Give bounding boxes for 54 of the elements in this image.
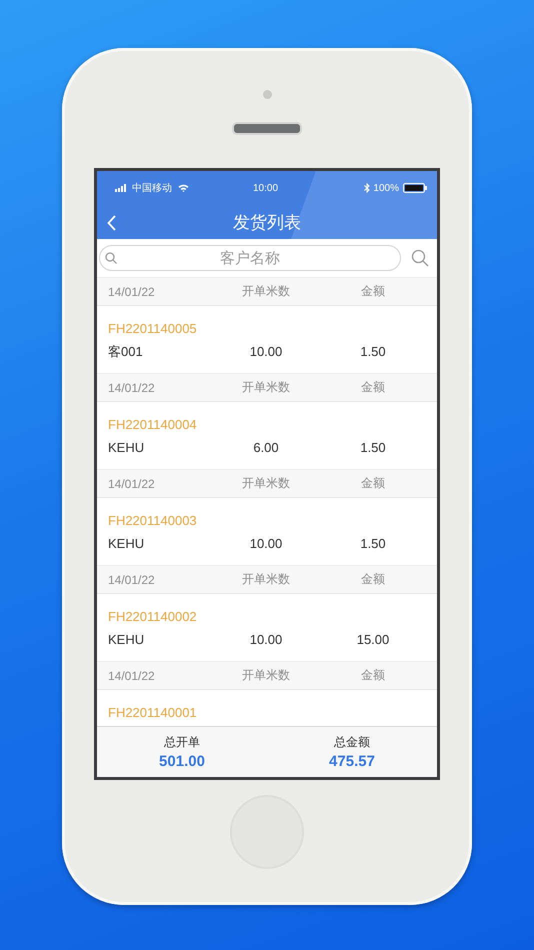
order-date: 14/01/22: [107, 284, 155, 298]
order-number: FH2201140003: [107, 512, 198, 530]
status-time: 10:00: [253, 182, 278, 194]
order-number: FH2201140002: [107, 608, 198, 626]
amount-value: 15.00: [356, 631, 390, 649]
column-label: 开单米数: [242, 475, 290, 492]
column-label: 开单米数: [242, 571, 290, 588]
column-label: 金额: [361, 571, 385, 588]
order-number: FH2201140005: [107, 320, 198, 338]
meters-value: 6.00: [253, 439, 279, 457]
total-label: 总金额: [334, 734, 370, 751]
amount-value: 1.50: [360, 535, 386, 553]
amount-value: 1.50: [360, 343, 386, 361]
customer-name: KEHU: [107, 439, 144, 457]
column-label: 开单米数: [242, 667, 290, 684]
order-item[interactable]: FH2201140003 KEHU 10.00 1.50: [97, 498, 437, 565]
order-number: FH2201140004: [107, 416, 198, 434]
wifi-icon: [178, 184, 189, 192]
order-number: FH2201140001: [107, 704, 198, 722]
column-label: 开单米数: [242, 379, 290, 396]
order-date: 14/01/22: [107, 380, 155, 394]
column-label: 开单米数: [242, 283, 290, 300]
total-value: 475.57: [329, 753, 375, 770]
customer-name: KEHU: [107, 535, 144, 553]
order-date: 14/01/22: [107, 572, 155, 586]
search-icon[interactable]: [411, 249, 429, 267]
customer-name: KEHU: [107, 631, 144, 649]
column-label: 金额: [361, 475, 385, 492]
customer-name: 客001: [107, 343, 143, 361]
meters-value: 10.00: [250, 631, 282, 649]
order-date: 14/01/22: [107, 476, 155, 490]
total-label: 总开单: [164, 734, 200, 751]
battery-icon: [403, 183, 427, 193]
carrier-name: 中国移动: [132, 182, 172, 195]
column-label: 金额: [361, 667, 385, 684]
order-item[interactable]: FH2201140005 客001 10.00 1.50: [97, 306, 437, 373]
column-label: 金额: [361, 283, 385, 300]
meters-value: 10.00: [250, 535, 282, 553]
meters-value: 10.00: [250, 343, 282, 361]
search-field[interactable]: 客户名称: [99, 245, 401, 271]
bluetooth-icon: [364, 183, 370, 193]
amount-value: 1.50: [360, 439, 386, 457]
order-date: 14/01/22: [107, 668, 155, 682]
page-title: 发货列表: [233, 212, 301, 234]
back-icon[interactable]: [107, 215, 117, 231]
order-item[interactable]: FH2201140004 KEHU 6.00 1.50: [97, 402, 437, 469]
total-value: 501.00: [159, 753, 205, 770]
camera-icon: [262, 90, 272, 99]
speaker-icon: [232, 122, 302, 135]
search-icon: [105, 252, 117, 264]
column-label: 金额: [361, 379, 385, 396]
order-item[interactable]: FH2201140002 KEHU 10.00 15.00: [97, 594, 437, 661]
signal-icon: [115, 184, 128, 192]
battery-percent: 100%: [373, 182, 399, 194]
